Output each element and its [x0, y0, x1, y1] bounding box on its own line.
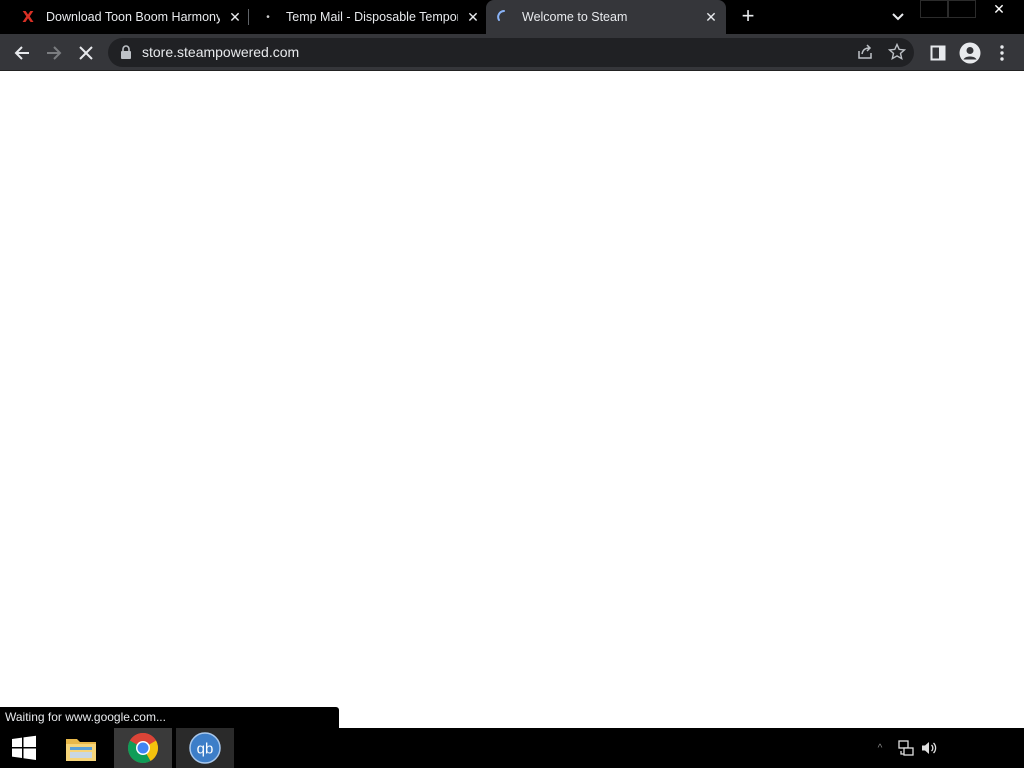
file-explorer-taskbar-icon[interactable] [52, 728, 110, 768]
qbittorrent-icon: qb [189, 732, 221, 764]
arrow-left-icon [14, 46, 29, 60]
kebab-menu-icon [1000, 45, 1004, 61]
profile-avatar-icon [959, 42, 981, 64]
profile-button[interactable] [957, 40, 983, 66]
tray-overflow-chevron[interactable]: ^ [872, 728, 888, 768]
window-close-button[interactable]: ✕ [976, 0, 1022, 18]
x-favicon-icon: X [22, 8, 34, 26]
tab-toon-boom[interactable]: X Download Toon Boom Harmony ✕ [20, 0, 244, 34]
tempmail-favicon-icon: • [266, 11, 270, 23]
tab-separator [248, 9, 249, 25]
address-bar[interactable]: store.steampowered.com [108, 38, 914, 67]
window-minimize-button[interactable] [920, 0, 948, 18]
tab-title: Temp Mail - Disposable Tempora [286, 10, 458, 24]
tab-title: Welcome to Steam [522, 10, 628, 24]
side-panel-icon [930, 45, 946, 61]
svg-text:qb: qb [197, 741, 214, 758]
tab-strip: X Download Toon Boom Harmony ✕ • Temp Ma… [0, 0, 1024, 34]
tab-welcome-to-steam[interactable]: Welcome to Steam ✕ [486, 0, 726, 34]
volume-icon[interactable] [920, 728, 940, 768]
network-icon[interactable] [896, 728, 916, 768]
taskbar: qb ^ [0, 728, 1024, 768]
bookmark-star-icon[interactable] [887, 42, 908, 63]
page-content [0, 71, 1024, 728]
browser-toolbar: store.steampowered.com [0, 34, 1024, 71]
chrome-taskbar-icon[interactable] [114, 728, 172, 768]
tab-temp-mail[interactable]: • Temp Mail - Disposable Tempora ✕ [260, 0, 482, 34]
forward-button[interactable] [41, 40, 67, 66]
qbittorrent-taskbar-icon[interactable]: qb [176, 728, 234, 768]
new-tab-button[interactable]: + [736, 5, 760, 29]
window-maximize-button[interactable] [948, 0, 976, 18]
close-icon [79, 46, 93, 60]
side-panel-button[interactable] [925, 40, 951, 66]
lock-icon[interactable] [120, 45, 134, 59]
back-button[interactable] [9, 40, 35, 66]
start-button[interactable] [0, 728, 48, 768]
arrow-right-icon [47, 46, 62, 60]
stop-loading-button[interactable] [73, 40, 99, 66]
url-text[interactable]: store.steampowered.com [142, 38, 299, 67]
status-bubble: Waiting for www.google.com... [0, 707, 339, 728]
share-icon[interactable] [856, 43, 876, 63]
tab-close-icon[interactable]: ✕ [226, 8, 244, 26]
tab-close-icon[interactable]: ✕ [702, 8, 720, 26]
loading-spinner-icon [496, 9, 512, 25]
file-explorer-icon [66, 739, 96, 761]
menu-button[interactable] [989, 40, 1015, 66]
chevron-down-icon[interactable] [888, 7, 908, 27]
windows-start-icon [12, 735, 36, 760]
chrome-icon [127, 732, 159, 764]
tab-close-icon[interactable]: ✕ [464, 8, 482, 26]
tab-title: Download Toon Boom Harmony [46, 10, 220, 24]
